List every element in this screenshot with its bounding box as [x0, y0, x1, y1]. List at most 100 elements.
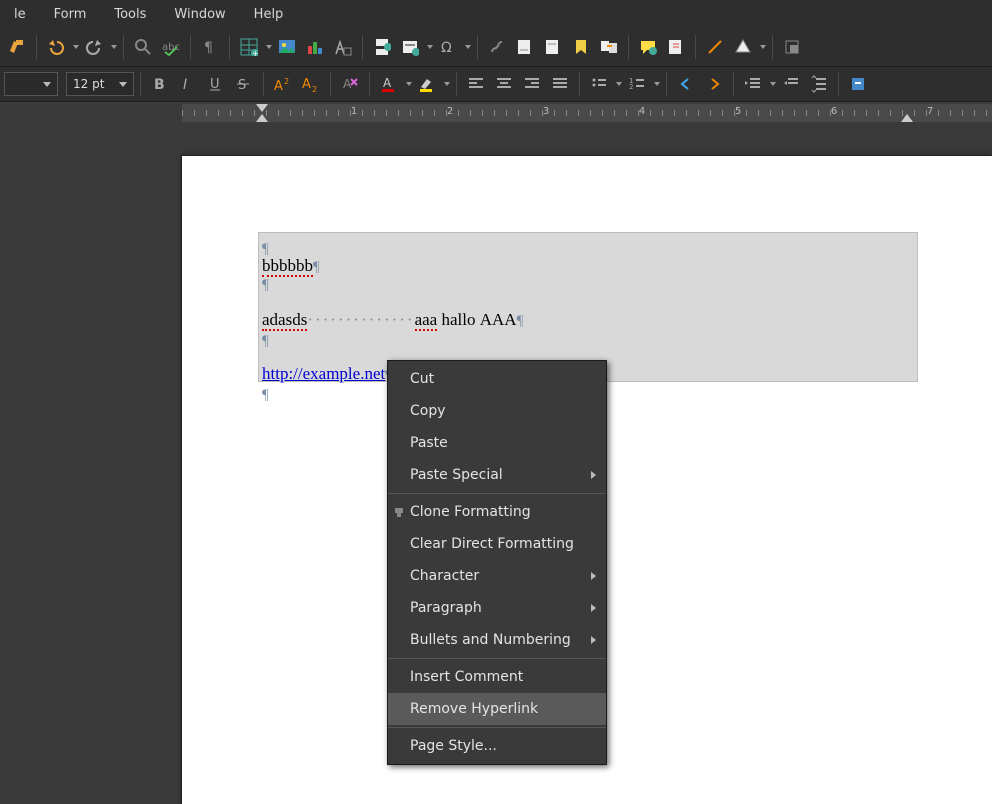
menu-item-help[interactable]: Help: [240, 3, 298, 26]
context-menu-item-label: Character: [410, 568, 479, 584]
font-color-button[interactable]: A: [376, 71, 402, 97]
menu-item-form[interactable]: Form: [40, 3, 101, 26]
insert-field-button[interactable]: [397, 34, 423, 60]
insert-chart-button[interactable]: [302, 34, 328, 60]
strikethrough-button[interactable]: S: [231, 71, 257, 97]
paragraph-spacing-button[interactable]: [845, 71, 871, 97]
ruler-number: 5: [735, 106, 741, 117]
outline-promote-button[interactable]: [673, 71, 699, 97]
align-right-button[interactable]: [519, 71, 545, 97]
insert-hyperlink-button[interactable]: [484, 34, 510, 60]
svg-text:abc: abc: [162, 42, 180, 53]
clone-formatting-icon: [392, 505, 406, 519]
spellcheck-button[interactable]: abc: [158, 34, 184, 60]
align-center-button[interactable]: [491, 71, 517, 97]
draw-functions-button[interactable]: [779, 34, 805, 60]
outline-demote-button[interactable]: [701, 71, 727, 97]
context-menu: Cut Copy Paste Paste Special Clone Formattin…: [387, 360, 607, 765]
context-menu-item-paste-special[interactable]: Paste Special: [388, 459, 606, 491]
font-name-select[interactable]: [4, 72, 58, 96]
insert-textbox-button[interactable]: [330, 34, 356, 60]
context-menu-item-label: Paste Special: [410, 467, 503, 483]
svg-text:Ω: Ω: [441, 40, 452, 56]
svg-text:A: A: [302, 77, 311, 92]
ruler-number: 7: [927, 106, 933, 117]
context-menu-item-remove-hyperlink[interactable]: Remove Hyperlink: [388, 693, 606, 725]
number-list-button[interactable]: 12: [624, 71, 650, 97]
context-menu-item-cut[interactable]: Cut: [388, 363, 606, 395]
highlight-color-button[interactable]: [414, 71, 440, 97]
context-menu-item-copy[interactable]: Copy: [388, 395, 606, 427]
insert-special-char-button[interactable]: Ω: [435, 34, 461, 60]
svg-text:I: I: [183, 77, 187, 93]
context-menu-item-label: Paragraph: [410, 600, 482, 616]
decrease-indent-button[interactable]: [778, 71, 804, 97]
italic-button[interactable]: I: [175, 71, 201, 97]
insert-page-break-button[interactable]: [369, 34, 395, 60]
text-line-2[interactable]: adasds··············aaa hallo AAA¶: [262, 310, 523, 330]
context-menu-item-paragraph[interactable]: Paragraph: [388, 592, 606, 624]
horizontal-ruler[interactable]: 1234567: [182, 104, 992, 122]
svg-text:A: A: [343, 77, 352, 91]
insert-endnote-button[interactable]: [540, 34, 566, 60]
insert-bookmark-button[interactable]: [568, 34, 594, 60]
context-menu-item-clone-formatting[interactable]: Clone Formatting: [388, 496, 606, 528]
font-size-value: 12 pt: [73, 77, 104, 91]
insert-comment-button[interactable]: [635, 34, 661, 60]
align-left-button[interactable]: [463, 71, 489, 97]
context-menu-item-insert-comment[interactable]: Insert Comment: [388, 661, 606, 693]
svg-text:U: U: [210, 77, 220, 92]
submenu-arrow-icon: [591, 636, 596, 644]
svg-text:¶: ¶: [204, 40, 213, 56]
svg-text:A: A: [383, 76, 392, 90]
context-menu-separator: [388, 658, 606, 659]
context-menu-item-label: Remove Hyperlink: [410, 701, 538, 717]
menu-item-window[interactable]: Window: [160, 3, 239, 26]
font-size-select[interactable]: 12 pt: [66, 72, 134, 96]
insert-table-button[interactable]: +: [236, 34, 262, 60]
insert-footnote-button[interactable]: [512, 34, 538, 60]
context-menu-item-label: Paste: [410, 435, 448, 451]
right-indent-marker[interactable]: [901, 104, 913, 122]
clone-formatting-button[interactable]: [4, 34, 30, 60]
context-menu-item-page-style[interactable]: Page Style...: [388, 730, 606, 762]
subscript-button[interactable]: A2: [298, 71, 324, 97]
context-menu-item-label: Page Style...: [410, 738, 497, 754]
find-replace-button[interactable]: [130, 34, 156, 60]
bold-button[interactable]: B: [147, 71, 173, 97]
formatting-marks-button[interactable]: ¶: [197, 34, 223, 60]
svg-text:S: S: [238, 78, 246, 93]
superscript-button[interactable]: A2: [270, 71, 296, 97]
redo-button[interactable]: [81, 34, 107, 60]
basic-shapes-button[interactable]: [730, 34, 756, 60]
increase-indent-button[interactable]: [740, 71, 766, 97]
insert-line-button[interactable]: [702, 34, 728, 60]
ruler-number: 6: [831, 106, 837, 117]
context-menu-item-bullets-and-numbering[interactable]: Bullets and Numbering: [388, 624, 606, 656]
insert-cross-reference-button[interactable]: [596, 34, 622, 60]
hyperlink-line[interactable]: http://example.net¶: [262, 364, 392, 384]
undo-button[interactable]: [43, 34, 69, 60]
submenu-arrow-icon: [591, 604, 596, 612]
submenu-arrow-icon: [591, 471, 596, 479]
context-menu-item-label: Cut: [410, 371, 434, 387]
svg-text:2: 2: [629, 83, 633, 91]
track-changes-button[interactable]: [663, 34, 689, 60]
context-menu-item-clear-direct-formatting[interactable]: Clear Direct Formatting: [388, 528, 606, 560]
menu-item-tools[interactable]: Tools: [100, 3, 160, 26]
menu-item-table-truncated[interactable]: le: [0, 3, 40, 26]
context-menu-item-label: Clone Formatting: [410, 504, 531, 520]
ruler-number: 4: [639, 106, 645, 117]
context-menu-separator: [388, 727, 606, 728]
underline-button[interactable]: U: [203, 71, 229, 97]
line-spacing-button[interactable]: [806, 71, 832, 97]
bullet-list-button[interactable]: [586, 71, 612, 97]
clear-formatting-button[interactable]: A: [337, 71, 363, 97]
insert-image-button[interactable]: [274, 34, 300, 60]
context-menu-item-paste[interactable]: Paste: [388, 427, 606, 459]
context-menu-separator: [388, 493, 606, 494]
align-justify-button[interactable]: [547, 71, 573, 97]
context-menu-item-character[interactable]: Character: [388, 560, 606, 592]
toolbar-standard: abc ¶ + Ω: [0, 28, 992, 67]
text-line-1[interactable]: bbbbbb¶: [262, 256, 320, 276]
